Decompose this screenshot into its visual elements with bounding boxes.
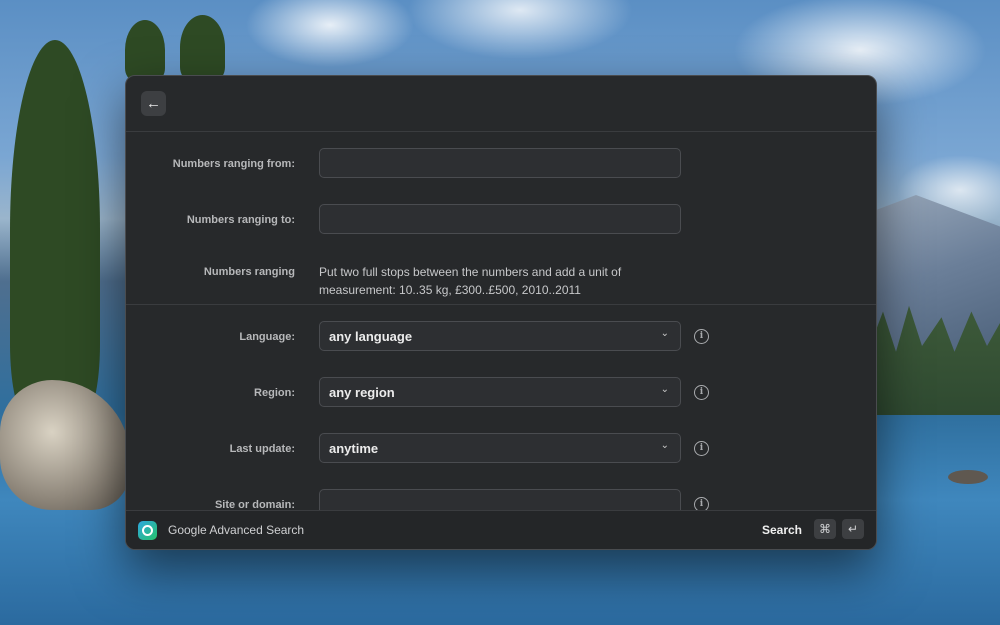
region-select[interactable]: any region ⌄ <box>319 377 681 407</box>
last-update-value: anytime <box>329 441 379 456</box>
return-key-icon: ↵ <box>842 519 864 539</box>
search-action-button[interactable]: Search <box>762 523 802 537</box>
numbers-to-input[interactable] <box>320 205 680 233</box>
chevron-down-icon: ⌄ <box>660 328 669 339</box>
region-label: Region: <box>254 387 295 399</box>
back-button[interactable]: ← <box>141 91 166 116</box>
numbers-from-label: Numbers ranging from: <box>172 158 295 170</box>
action-bar: Google Advanced Search Search ⌘ ↵ <box>126 510 876 549</box>
language-value: any language <box>329 329 413 344</box>
info-icon[interactable]: i <box>694 329 709 344</box>
section-divider <box>126 304 876 305</box>
site-label: Site or domain: <box>214 499 295 510</box>
site-field[interactable] <box>319 489 681 510</box>
language-select[interactable]: any language ⌄ <box>319 321 681 351</box>
numbers-hint-text: Put two full stops between the numbers a… <box>319 265 622 297</box>
search-app-icon <box>138 521 157 540</box>
chevron-down-icon: ⌄ <box>660 440 669 451</box>
form-scroll-area[interactable]: Numbers ranging from: Numbers ranging to… <box>126 132 876 510</box>
info-icon[interactable]: i <box>694 385 709 400</box>
arrow-left-icon: ← <box>146 95 161 112</box>
numbers-hint-label: Numbers ranging <box>203 266 295 278</box>
site-input[interactable] <box>320 490 680 510</box>
region-value: any region <box>329 385 395 400</box>
app-name: Google Advanced Search <box>168 523 305 537</box>
info-icon[interactable]: i <box>694 497 709 510</box>
backdrop-tree <box>125 20 165 80</box>
window-header: ← <box>126 76 876 132</box>
backdrop-tree <box>10 40 100 420</box>
info-icon[interactable]: i <box>694 441 709 456</box>
numbers-to-field[interactable] <box>319 204 681 234</box>
numbers-to-label: Numbers ranging to: <box>186 214 295 226</box>
backdrop-stone <box>948 470 988 484</box>
chevron-down-icon: ⌄ <box>660 384 669 395</box>
language-label: Language: <box>239 331 295 343</box>
last-update-label: Last update: <box>229 443 295 455</box>
backdrop-rocks <box>0 380 130 510</box>
command-key-icon: ⌘ <box>814 519 836 539</box>
numbers-from-field[interactable] <box>319 148 681 178</box>
backdrop-tree <box>180 15 225 80</box>
advanced-search-window: ← Numbers ranging from: Numbers ranging … <box>125 75 877 550</box>
numbers-from-input[interactable] <box>320 149 680 177</box>
last-update-select[interactable]: anytime ⌄ <box>319 433 681 463</box>
